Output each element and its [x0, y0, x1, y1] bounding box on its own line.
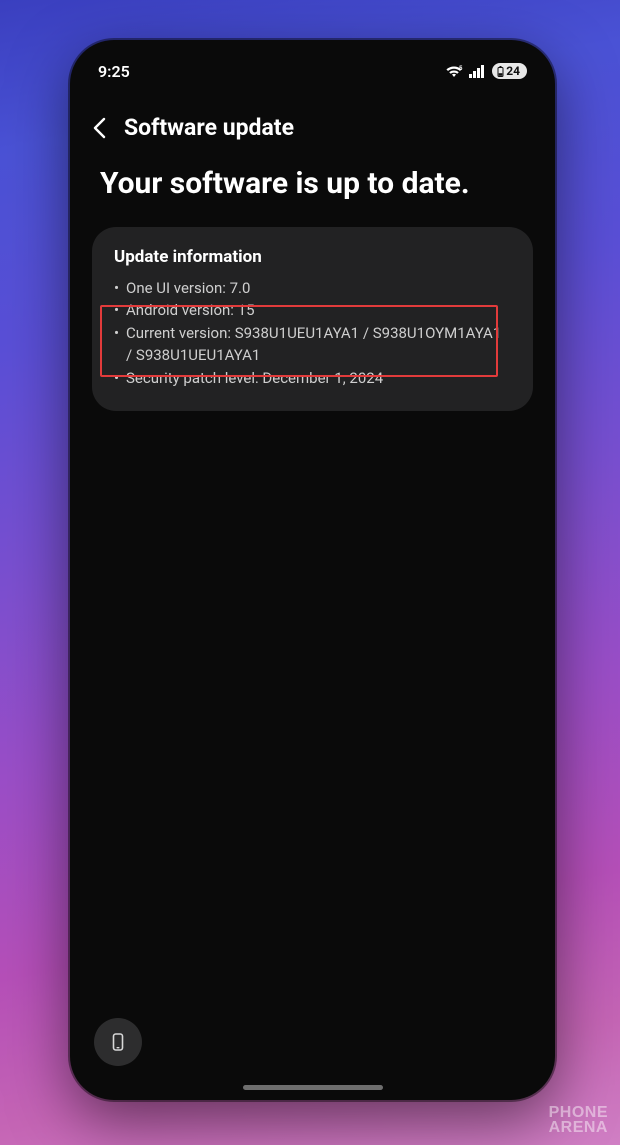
page-title: Software update: [124, 114, 294, 141]
back-button[interactable]: [92, 117, 106, 139]
svg-text:5: 5: [459, 65, 463, 72]
status-right: 5 24: [445, 63, 527, 79]
info-list: One UI version: 7.0 Android version: 15 …: [114, 277, 511, 390]
home-indicator[interactable]: [243, 1085, 383, 1090]
chevron-left-icon: [92, 117, 106, 139]
wifi-icon: 5: [445, 64, 463, 78]
status-bar: 9:25 5: [70, 50, 555, 92]
info-item: Security patch level: December 1, 2024: [114, 367, 511, 390]
signal-icon: [469, 65, 486, 78]
page-header: Software update: [70, 92, 555, 151]
info-item: Android version: 15: [114, 299, 511, 322]
status-time: 9:25: [98, 62, 130, 81]
info-item: One UI version: 7.0: [114, 277, 511, 300]
phone-frame: 9:25 5: [70, 40, 555, 1100]
battery-value: 24: [506, 64, 520, 78]
battery-pill: 24: [492, 63, 527, 79]
info-item: Current version: S938U1UEU1AYA1 / S938U1…: [114, 322, 511, 367]
device-fab[interactable]: [94, 1018, 142, 1066]
update-info-card: Update information One UI version: 7.0 A…: [92, 227, 533, 412]
battery-icon: [497, 66, 504, 77]
status-heading: Your software is up to date.: [70, 151, 555, 227]
phone-icon: [108, 1032, 128, 1052]
watermark: PHONE ARENA: [549, 1105, 608, 1135]
card-title: Update information: [114, 247, 511, 267]
